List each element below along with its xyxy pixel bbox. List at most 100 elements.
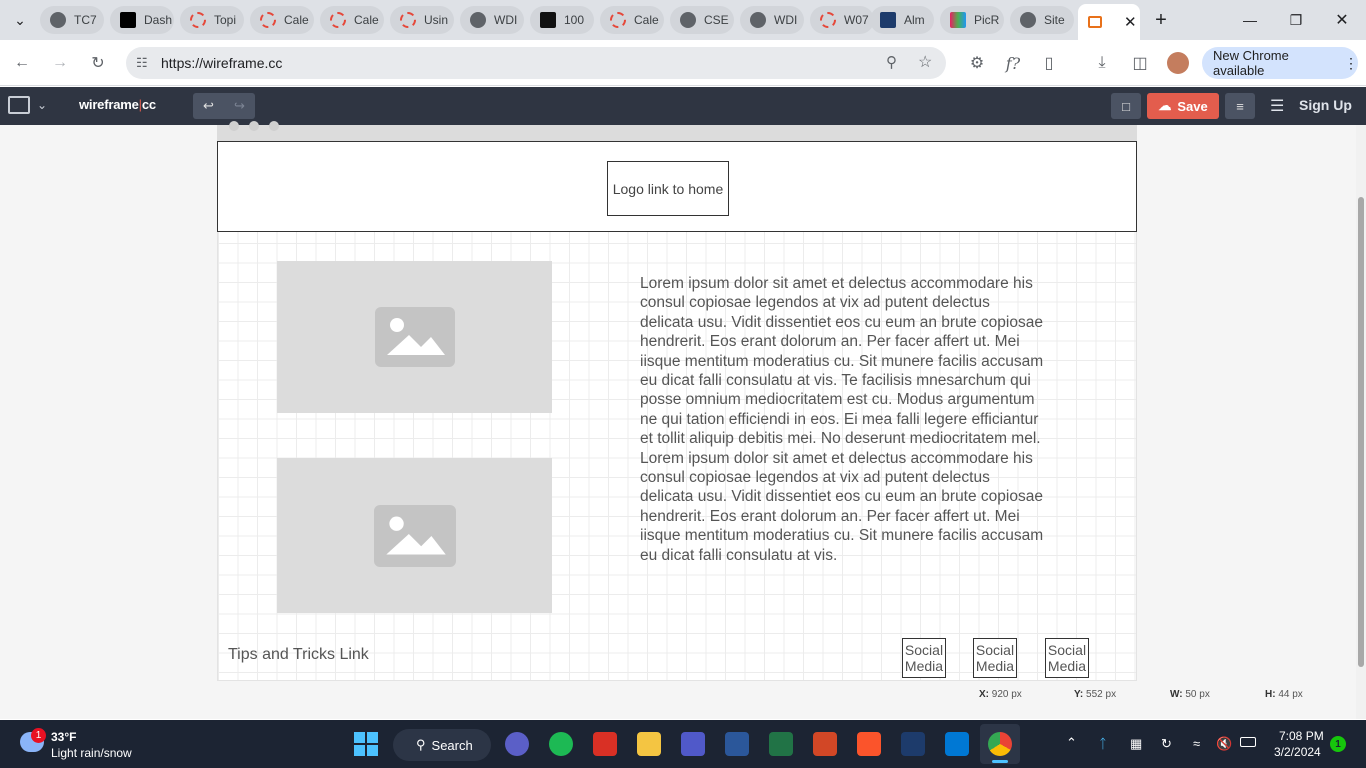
download-icon[interactable]: ⤓ [1091,52,1113,74]
tab-item[interactable]: WDI [740,6,804,34]
taskbar-search-button[interactable]: ⚲ Search [393,729,491,761]
vscode-icon[interactable] [945,732,969,756]
chrome-icon [470,12,486,28]
tab-item[interactable]: Usin [390,6,454,34]
tab-item[interactable]: CSE [670,6,734,34]
extension-icon[interactable]: ⚙ [966,52,988,74]
windows-start-icon[interactable] [354,732,378,756]
weather-description[interactable]: Light rain/snow [51,746,132,760]
wireframe-logo: wireframe|cc [79,97,156,112]
close-window-icon[interactable]: ✕ [1330,8,1354,32]
app-icon[interactable] [901,732,925,756]
brave-icon[interactable] [857,732,881,756]
image-placeholder[interactable] [277,261,552,413]
chrome-update-button[interactable]: New Chrome available ⋮ [1202,47,1358,79]
mockup-logo-box[interactable]: Logo link to home [607,161,729,216]
tab-item[interactable]: PicR [940,6,1004,34]
social-media-box[interactable]: Social Media [1045,638,1089,678]
address-bar[interactable]: ☷ https://wireframe.cc ⚲ ☆ [126,47,946,79]
word-icon[interactable] [725,732,749,756]
tab-item[interactable]: TC7 [40,6,104,34]
wifi-icon[interactable]: ≈ [1193,736,1200,751]
vertical-scrollbar[interactable] [1356,125,1366,719]
site-icon [880,12,896,28]
tray-overflow-icon[interactable]: ⌃ [1066,735,1077,751]
notification-badge[interactable]: 1 [1330,736,1346,752]
h-readout: H: 44 px [1265,689,1303,700]
tab-item[interactable]: Dash [110,6,174,34]
tab-label: Usin [424,13,449,27]
powerpoint-icon[interactable] [813,732,837,756]
wireframe-favicon-icon [1088,16,1102,28]
tab-active-wireframe[interactable]: ✕ [1078,4,1140,40]
selection-readout-bar: X: 920 px Y: 552 px W: 50 px H: 44 px [0,681,1356,719]
hamburger-menu-icon[interactable]: ☰ [1270,96,1284,116]
mockup-body-paragraph[interactable]: Lorem ipsum dolor sit amet et delectus a… [640,274,1046,565]
meet-app-icon[interactable] [505,732,529,756]
volume-muted-icon[interactable]: 🔇 [1216,736,1232,752]
forward-icon[interactable]: → [49,52,71,74]
clock-date[interactable]: 3/2/2024 [1274,745,1321,759]
template-chevron-icon[interactable]: ⌄ [37,98,47,112]
redo-icon[interactable]: ↪ [224,93,255,119]
tab-label: W07 [844,13,869,27]
minimize-icon[interactable]: — [1238,8,1262,32]
more-menu-icon[interactable]: ⋮ [1344,55,1358,72]
mockup-browser-frame [217,121,1137,141]
comment-icon[interactable]: □ [1111,93,1141,119]
file-explorer-icon[interactable] [637,732,661,756]
tab-search-chevron-icon[interactable]: ⌄ [8,8,32,32]
side-panel-icon[interactable]: ◫ [1129,52,1151,74]
profile-avatar[interactable] [1167,52,1189,74]
tab-item[interactable]: Cale [600,6,664,34]
excel-icon[interactable] [769,732,793,756]
tab-label: CSE [704,13,729,27]
tray-app-icon[interactable]: ▦ [1130,736,1142,752]
spotify-icon[interactable] [549,732,573,756]
tab-item[interactable]: Cale [250,6,314,34]
back-icon[interactable]: ← [11,52,33,74]
window-template-icon[interactable] [8,96,30,114]
tab-label: Cale [634,13,659,27]
teams-icon[interactable] [681,732,705,756]
undo-icon[interactable]: ↩ [193,93,224,119]
sync-icon[interactable]: ↻ [1161,736,1172,752]
frame-dot [269,121,279,131]
sign-up-link[interactable]: Sign Up [1299,97,1352,113]
scrollbar-thumb[interactable] [1358,197,1364,667]
tab-item[interactable]: Alm [870,6,934,34]
tab-label: Topi [214,13,237,27]
extensions-puzzle-icon[interactable]: ▯ [1038,52,1060,74]
browser-toolbar: ← → ↻ ☷ https://wireframe.cc ⚲ ☆ ⚙ f? ▯ … [0,40,1366,86]
battery-icon[interactable] [1240,737,1256,747]
tab-item[interactable]: 100 [530,6,594,34]
tab-item[interactable]: Cale [320,6,384,34]
social-media-box[interactable]: Social Media [973,638,1017,678]
byu-icon [120,12,136,28]
zoom-icon[interactable]: ⚲ [886,53,897,71]
search-icon: ⚲ [416,737,426,752]
tab-label: Cale [284,13,309,27]
close-tab-icon[interactable]: ✕ [1124,13,1137,31]
reload-icon[interactable]: ↻ [87,52,109,74]
chrome-icon[interactable] [988,732,1012,756]
restore-icon[interactable]: ❐ [1284,8,1308,32]
tab-item[interactable]: Topi [180,6,244,34]
bookmark-star-icon[interactable]: ☆ [918,52,932,72]
tips-and-tricks-link[interactable]: Tips and Tricks Link [228,646,369,664]
save-button[interactable]: ☁ Save [1147,93,1219,119]
tab-item[interactable]: Site [1010,6,1074,34]
settings-sliders-icon[interactable]: ≡ [1225,93,1255,119]
formula-extension-icon[interactable]: f? [1002,52,1024,74]
image-placeholder[interactable] [277,458,552,613]
tab-item[interactable]: WDI [460,6,524,34]
social-media-box[interactable]: Social Media [902,638,946,678]
clock-time[interactable]: 7:08 PM [1279,729,1324,743]
tab-item[interactable]: W07 [810,6,874,34]
site-info-icon[interactable]: ☷ [136,55,148,71]
bluetooth-icon[interactable]: ᛏ [1099,736,1107,751]
new-tab-icon[interactable]: + [1149,8,1173,32]
weather-temperature[interactable]: 33°F [51,730,76,744]
canvas-icon [190,12,206,28]
gmail-icon[interactable] [593,732,617,756]
